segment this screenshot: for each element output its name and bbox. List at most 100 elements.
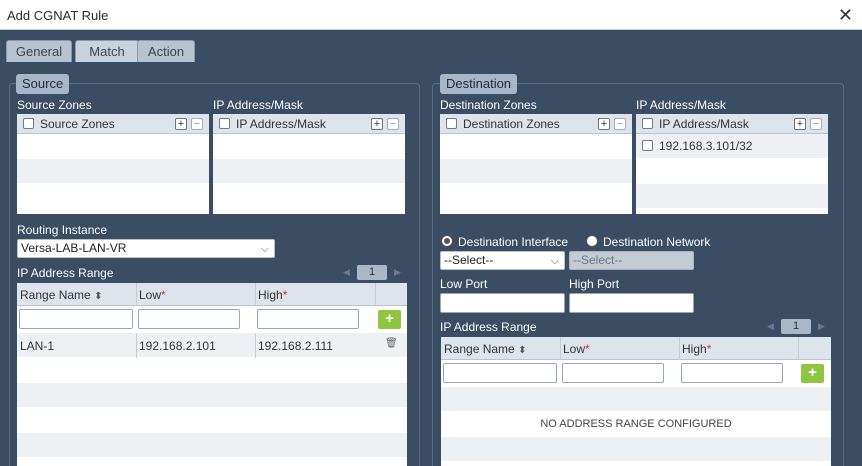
destination-zones-grid: Destination Zones + − — [438, 112, 634, 216]
empty-row — [636, 159, 828, 184]
column-divider — [375, 283, 376, 306]
add-icon[interactable]: + — [371, 118, 383, 130]
select-all-checkbox[interactable] — [446, 118, 457, 129]
destination-network-select: --Select-- — [569, 251, 694, 270]
empty-row — [441, 387, 831, 412]
empty-row — [17, 433, 407, 458]
row-checkbox[interactable] — [642, 140, 653, 151]
list-item[interactable]: 192.168.3.101/32 — [636, 134, 828, 159]
empty-row — [17, 383, 407, 408]
destination-interface-select[interactable]: --Select-- ⌵ — [440, 251, 565, 270]
range-name-input[interactable] — [443, 363, 557, 383]
routing-instance-label: Routing Instance — [17, 223, 108, 237]
destination-interface-radio[interactable] — [441, 235, 453, 247]
source-ip-header: IP Address/Mask + − — [213, 114, 405, 134]
empty-row — [17, 358, 407, 383]
empty-row — [213, 134, 405, 159]
empty-row — [440, 184, 632, 209]
high-input[interactable] — [681, 363, 783, 383]
destination-range-label: IP Address Range — [440, 320, 537, 334]
destination-ip-grid: IP Address/Mask + − 192.168.3.101/32 — [634, 112, 830, 216]
empty-row — [441, 437, 831, 462]
dialog-title: Add CGNAT Rule — [7, 8, 109, 23]
low-input[interactable] — [138, 309, 240, 329]
tab-action[interactable]: Action — [137, 40, 195, 62]
empty-row — [213, 184, 405, 209]
select-all-checkbox[interactable] — [23, 118, 34, 129]
add-icon[interactable]: + — [175, 118, 187, 130]
select-value: --Select-- — [444, 253, 494, 267]
empty-row — [17, 408, 407, 433]
table-row[interactable]: LAN-1 192.168.2.101 192.168.2.111 🗑 — [17, 333, 407, 358]
empty-row — [17, 159, 209, 184]
low-cell: 192.168.2.101 — [139, 339, 216, 353]
tab-general[interactable]: General — [6, 40, 72, 62]
destination-pager: ◀ 1 ▶ — [767, 319, 827, 335]
tab-match[interactable]: Match — [75, 40, 139, 62]
destination-zones-label: Destination Zones — [440, 98, 537, 112]
destination-network-radio[interactable] — [586, 235, 598, 247]
close-icon[interactable]: ✕ — [838, 5, 853, 26]
prev-page-icon[interactable]: ◀ — [767, 321, 774, 332]
select-all-checkbox[interactable] — [642, 118, 653, 129]
select-all-checkbox[interactable] — [219, 118, 230, 129]
destination-legend: Destination — [440, 74, 518, 94]
source-zones-label: Source Zones — [17, 98, 92, 112]
prev-page-icon[interactable]: ◀ — [343, 267, 350, 278]
next-page-icon[interactable]: ▶ — [394, 267, 401, 278]
column-divider — [136, 333, 137, 358]
new-range-row: + — [441, 360, 831, 387]
source-range-grid: Range Name ⬍ Low* High* + LAN-1 192.168.… — [15, 281, 409, 466]
empty-message: NO ADDRESS RANGE CONFIGURED — [540, 418, 732, 430]
dialog-titlebar: Add CGNAT Rule ✕ — [0, 0, 862, 30]
range-name-input[interactable] — [19, 309, 133, 329]
low-port-input[interactable] — [440, 293, 565, 313]
sort-icon[interactable]: ⬍ — [518, 345, 526, 356]
column-header: IP Address/Mask — [659, 117, 749, 131]
chevron-down-icon: ⌵ — [260, 243, 269, 255]
low-header: Low* — [563, 342, 590, 356]
source-ip-label: IP Address/Mask — [213, 98, 303, 112]
page-number: 1 — [781, 319, 811, 334]
column-divider — [255, 333, 256, 358]
destination-zones-header: Destination Zones + − — [440, 114, 632, 134]
column-divider — [560, 337, 561, 360]
high-input[interactable] — [257, 309, 359, 329]
select-value: --Select-- — [573, 253, 623, 267]
column-divider — [679, 337, 680, 360]
empty-row — [17, 134, 209, 159]
empty-row — [17, 184, 209, 209]
source-zones-header: Source Zones + − — [17, 114, 209, 134]
routing-instance-select[interactable]: Versa-LAB-LAN-VR ⌵ — [17, 239, 275, 258]
high-header: High* — [258, 288, 288, 302]
add-icon[interactable]: + — [794, 118, 806, 130]
source-ip-grid: IP Address/Mask + − — [211, 112, 407, 216]
next-page-icon[interactable]: ▶ — [818, 321, 825, 332]
high-cell: 192.168.2.111 — [258, 339, 333, 353]
add-icon[interactable]: + — [598, 118, 610, 130]
trash-icon[interactable]: 🗑 — [385, 338, 398, 349]
column-divider — [136, 283, 137, 306]
low-header: Low* — [139, 288, 166, 302]
remove-icon[interactable]: − — [810, 118, 822, 130]
range-name-header: Range Name ⬍ — [444, 342, 527, 356]
range-name-header: Range Name ⬍ — [20, 288, 103, 302]
ip-address-cell: 192.168.3.101/32 — [659, 139, 753, 153]
column-header: IP Address/Mask — [236, 117, 326, 131]
range-name-cell: LAN-1 — [20, 339, 55, 353]
empty-row — [636, 184, 828, 209]
high-header: High* — [682, 342, 712, 356]
empty-row — [213, 159, 405, 184]
add-range-button[interactable]: + — [801, 364, 824, 383]
remove-icon[interactable]: − — [387, 118, 399, 130]
high-port-input[interactable] — [569, 293, 694, 313]
destination-range-header: Range Name ⬍ Low* High* — [441, 337, 831, 360]
low-input[interactable] — [562, 363, 664, 383]
source-legend: Source — [16, 74, 70, 94]
sort-icon[interactable]: ⬍ — [94, 291, 102, 302]
source-pager: ◀ 1 ▶ — [343, 265, 403, 281]
remove-icon[interactable]: − — [191, 118, 203, 130]
source-zones-grid: Source Zones + − — [15, 112, 211, 216]
remove-icon[interactable]: − — [614, 118, 626, 130]
add-range-button[interactable]: + — [378, 310, 401, 329]
